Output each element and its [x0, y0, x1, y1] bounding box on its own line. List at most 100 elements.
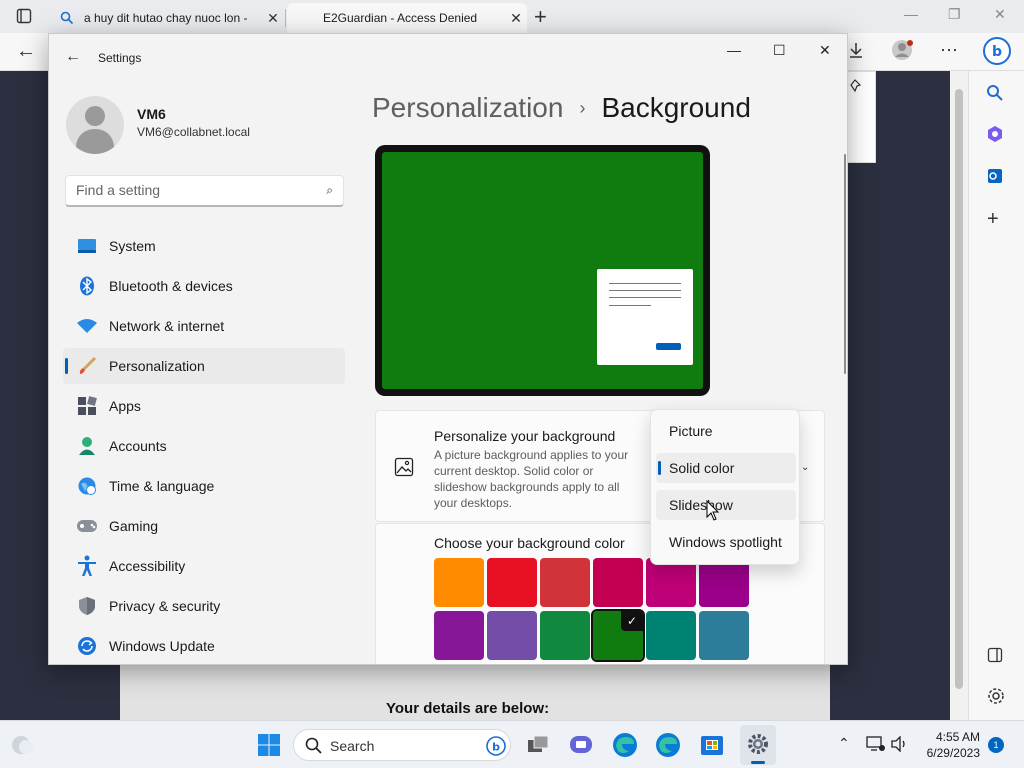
user-name: VM6: [137, 106, 166, 122]
option-windows-spotlight[interactable]: Windows spotlight: [656, 527, 796, 557]
clock-date[interactable]: 6/29/2023: [914, 746, 980, 760]
nav-item-personalization[interactable]: Personalization: [63, 348, 345, 384]
find-setting-search[interactable]: ⌕: [65, 175, 344, 207]
system-icon: [75, 234, 99, 258]
notification-badge[interactable]: 1: [988, 737, 1004, 753]
nav-item-network[interactable]: Network & internet: [63, 308, 345, 344]
nav-label: Time & language: [109, 478, 215, 494]
bing-copilot-icon[interactable]: b: [982, 36, 1012, 66]
minimize-icon[interactable]: —: [727, 42, 741, 58]
chevron-up-icon[interactable]: ⌃: [838, 735, 850, 752]
back-arrow-icon[interactable]: ←: [65, 48, 81, 66]
search-icon: ⌕: [326, 183, 333, 197]
color-swatch[interactable]: [434, 611, 484, 660]
office-icon[interactable]: [986, 125, 1004, 143]
color-swatch[interactable]: [699, 558, 749, 607]
restore-icon[interactable]: ❐: [948, 6, 961, 23]
network-icon[interactable]: [866, 736, 886, 752]
color-swatch[interactable]: [540, 558, 590, 607]
browser-tab-bar: a huy dit hutao chay nuoc lon - ✕ E2Guar…: [0, 0, 1024, 33]
color-swatch[interactable]: [487, 611, 537, 660]
nav-item-accessibility[interactable]: Accessibility: [63, 548, 345, 584]
settings-taskbar-button[interactable]: [740, 725, 776, 765]
color-swatch[interactable]: [540, 611, 590, 660]
minimize-icon[interactable]: —: [904, 6, 918, 22]
checkmark-icon: ✓: [621, 611, 643, 631]
chat-icon[interactable]: [567, 731, 595, 759]
task-view-icon[interactable]: [524, 731, 552, 759]
edge-icon[interactable]: [611, 731, 639, 759]
settings-window: ← Settings — ☐ ✕ VM6 VM6@collabnet.local…: [48, 33, 848, 665]
color-swatch[interactable]: [593, 664, 643, 665]
browser-tab-search[interactable]: a huy dit hutao chay nuoc lon - ✕: [48, 3, 284, 33]
volume-icon[interactable]: [890, 736, 908, 752]
shield-icon: [75, 594, 99, 618]
color-swatch[interactable]: [699, 611, 749, 660]
downloads-icon[interactable]: [846, 40, 866, 60]
color-swatch[interactable]: [646, 611, 696, 660]
edge-icon[interactable]: [654, 731, 682, 759]
nav-label: Personalization: [109, 358, 205, 374]
close-tab-icon[interactable]: ✕: [505, 10, 527, 27]
pin-icon[interactable]: [847, 78, 863, 94]
nav-label: Network & internet: [109, 318, 225, 334]
nav-label: Privacy & security: [109, 598, 221, 614]
taskbar-search[interactable]: Search b: [293, 729, 511, 761]
new-tab-button[interactable]: +: [534, 4, 547, 30]
profile-icon[interactable]: [891, 38, 915, 62]
color-swatch[interactable]: ✓: [591, 609, 645, 662]
store-icon[interactable]: [698, 731, 726, 759]
personalize-title: Personalize your background: [434, 428, 616, 444]
nav-item-system[interactable]: System: [63, 228, 345, 264]
tab-title: E2Guardian - Access Denied: [323, 11, 478, 25]
breadcrumb-parent[interactable]: Personalization: [372, 92, 563, 124]
nav-item-accounts[interactable]: Accounts: [63, 428, 345, 464]
add-icon[interactable]: +: [987, 208, 999, 231]
color-swatch[interactable]: [434, 664, 484, 665]
clock-time[interactable]: 4:55 AM: [922, 730, 980, 744]
color-swatch[interactable]: [646, 558, 696, 607]
bluetooth-icon: [75, 274, 99, 298]
nav-item-windows-update[interactable]: Windows Update: [63, 628, 345, 664]
color-swatch[interactable]: [487, 664, 537, 665]
page-scrollbar[interactable]: [950, 71, 968, 720]
nav-item-bluetooth[interactable]: Bluetooth & devices: [63, 268, 345, 304]
nav-item-time-language[interactable]: Time & language: [63, 468, 345, 504]
svg-text:b: b: [992, 44, 1002, 60]
outlook-icon[interactable]: [986, 167, 1004, 185]
weather-icon[interactable]: [10, 733, 36, 757]
color-swatch[interactable]: [434, 558, 484, 607]
nav-item-gaming[interactable]: Gaming: [63, 508, 345, 544]
option-slideshow[interactable]: Slideshow: [656, 490, 796, 520]
search-input[interactable]: [66, 176, 306, 204]
gear-icon[interactable]: [987, 687, 1005, 705]
option-picture[interactable]: Picture: [656, 416, 796, 446]
color-swatch[interactable]: [593, 558, 643, 607]
taskbar: Search b ⌃ 4:55 AM 6/29/2023 1: [0, 720, 1024, 768]
color-swatch[interactable]: [540, 664, 590, 665]
nav-item-privacy[interactable]: Privacy & security: [63, 588, 345, 624]
start-windows-icon[interactable]: [255, 731, 283, 759]
browser-tab-e2guardian[interactable]: E2Guardian - Access Denied ✕: [287, 3, 527, 33]
more-menu-icon[interactable]: ⋯: [940, 40, 958, 61]
apps-icon: [75, 394, 99, 418]
preview-screen: [382, 152, 703, 389]
close-icon[interactable]: ✕: [994, 6, 1006, 23]
avatar[interactable]: [66, 96, 124, 154]
close-icon[interactable]: ✕: [819, 42, 831, 59]
tab-actions-icon[interactable]: [16, 8, 32, 24]
close-tab-icon[interactable]: ✕: [262, 10, 284, 27]
sidebar-toggle-icon[interactable]: [987, 647, 1003, 663]
color-swatch[interactable]: [699, 664, 749, 665]
color-swatch[interactable]: [646, 664, 696, 665]
content-scrollbar[interactable]: [844, 154, 846, 374]
search-icon[interactable]: [986, 84, 1004, 102]
back-arrow-icon[interactable]: ←: [16, 40, 36, 63]
chevron-down-icon[interactable]: ⌄: [801, 462, 809, 473]
nav-item-apps[interactable]: Apps: [63, 388, 345, 424]
svg-text:b: b: [492, 741, 500, 754]
scrollbar-thumb[interactable]: [955, 89, 963, 689]
maximize-icon[interactable]: ☐: [773, 42, 786, 59]
option-solid-color[interactable]: Solid color: [656, 453, 796, 483]
color-swatch[interactable]: [487, 558, 537, 607]
